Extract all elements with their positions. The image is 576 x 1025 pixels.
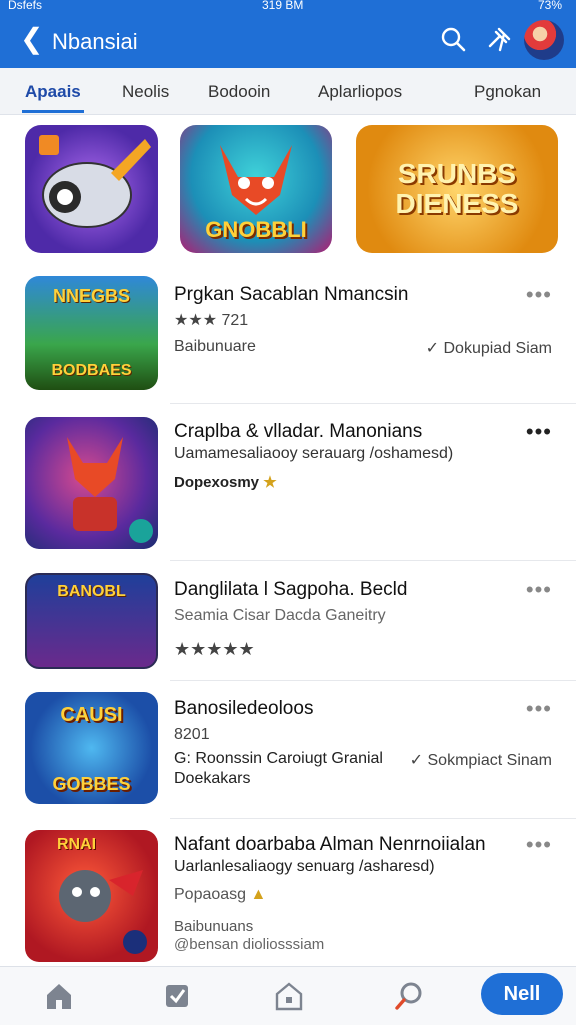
avatar[interactable] bbox=[524, 20, 564, 60]
list-item[interactable]: CAUSI GOBBES Banosiledeoloos 8201 G: Roo… bbox=[0, 692, 576, 807]
app-header: Dsfefs 319 BM 73% ❮ Nbansiai bbox=[0, 0, 576, 68]
more-options-icon[interactable]: ••• bbox=[526, 419, 552, 445]
tab-more[interactable]: Pgnokan bbox=[474, 82, 541, 102]
download-text: Dokupiad Siam bbox=[443, 340, 553, 357]
checklist-icon[interactable] bbox=[160, 979, 194, 1013]
thumbnail-caption: GOBBES bbox=[52, 774, 131, 794]
robot-icon bbox=[39, 135, 151, 228]
search-icon[interactable] bbox=[440, 26, 466, 52]
thumbnail-title: NNEGBS bbox=[52, 286, 130, 306]
list-item[interactable]: Craplba & vlladar. Manonians Uamamesalia… bbox=[0, 417, 576, 552]
app-category: Dopexosmy ★ bbox=[174, 473, 277, 491]
featured-caption: SRUNBS DIENESS bbox=[395, 158, 519, 219]
more-options-icon[interactable]: ••• bbox=[526, 577, 552, 603]
more-options-icon[interactable]: ••• bbox=[526, 832, 552, 858]
app-title[interactable]: Danglilata l Sagpoha. Becld bbox=[174, 579, 407, 601]
divider bbox=[170, 403, 576, 404]
app-thumbnail: CAUSI GOBBES bbox=[25, 692, 158, 804]
back-icon[interactable]: ❮ bbox=[20, 24, 43, 54]
tab-books[interactable]: Bodooin bbox=[208, 82, 270, 102]
search-icon[interactable] bbox=[392, 979, 426, 1013]
featured-card-fox[interactable]: GNOBBLI bbox=[180, 125, 332, 253]
app-title[interactable]: Craplba & vlladar. Manonians bbox=[174, 421, 422, 443]
home-icon[interactable] bbox=[42, 979, 76, 1013]
app-thumbnail: BANOBL bbox=[25, 573, 158, 669]
fox-warrior-icon bbox=[67, 437, 153, 543]
list-item[interactable]: RNAI Nafant doarbaba Alman Nenrnoiialan … bbox=[0, 830, 576, 964]
store-icon[interactable] bbox=[272, 979, 306, 1013]
pin-icon: ✓ bbox=[425, 340, 440, 357]
tab-apps[interactable]: Apaais bbox=[25, 82, 81, 102]
award-icon: ★ bbox=[263, 474, 277, 491]
rating: ★★★ 721 bbox=[174, 312, 249, 329]
battery-text: 73% bbox=[537, 0, 562, 12]
featured-caption: GNOBBLI bbox=[205, 217, 307, 242]
app-category: Baibunuare bbox=[174, 338, 256, 355]
divider bbox=[170, 680, 576, 681]
app-handle: @bensan dioliosssiam bbox=[174, 936, 325, 953]
app-thumbnail: NNEGBS BODBAES bbox=[25, 276, 158, 390]
featured-card-robot[interactable] bbox=[25, 125, 158, 253]
tab-applications[interactable]: Aplarliopos bbox=[318, 82, 402, 102]
app-subtitle: Uamamesaliaooy serauarg /oshamesd) bbox=[174, 445, 454, 462]
clock: 319 BM bbox=[262, 0, 304, 12]
list-item[interactable]: NNEGBS BODBAES Prgkan Sacablan Nmancsin … bbox=[0, 276, 576, 396]
rating: ★★★★★ bbox=[174, 639, 255, 659]
list-item[interactable]: BANOBL Danglilata l Sagpoha. Becld Seami… bbox=[0, 573, 576, 673]
category-text: Dopexosmy bbox=[174, 474, 260, 491]
award-icon: ▲ bbox=[250, 886, 267, 903]
app-title[interactable]: Banosiledeoloos bbox=[174, 698, 313, 720]
app-subtitle: Seamia Cisar Dacda Ganeitry bbox=[174, 607, 386, 624]
status-bar: Dsfefs 319 BM 73% bbox=[0, 0, 576, 14]
category-tabs: Apaais Neolis Bodooin Aplarliopos Pgnoka… bbox=[0, 68, 576, 115]
tab-news[interactable]: Neolis bbox=[122, 82, 169, 102]
divider bbox=[170, 560, 576, 561]
carrier-text: Dsfefs bbox=[8, 0, 43, 12]
app-subtitle: Uarlanlesaliaogy senuarg /asharesd) bbox=[174, 858, 435, 875]
pin-icon[interactable] bbox=[486, 26, 512, 52]
divider bbox=[170, 818, 576, 819]
page-title: Nbansiai bbox=[52, 29, 138, 54]
app-thumbnail bbox=[25, 417, 158, 549]
download-label[interactable]: ✓ Sokmpiact Sinam bbox=[410, 750, 552, 770]
category-text: Popaoasg bbox=[174, 886, 247, 903]
app-category: Popaoasg ▲ bbox=[174, 886, 266, 904]
thumbnail-caption: BODBAES bbox=[51, 362, 132, 379]
active-tab-indicator bbox=[22, 110, 84, 113]
featured-card-banner[interactable]: SRUNBS DIENESS bbox=[356, 125, 558, 253]
app-title[interactable]: Prgkan Sacablan Nmancsin bbox=[174, 284, 408, 306]
app-category: Doekakars bbox=[174, 770, 251, 787]
pin-icon: ✓ bbox=[409, 752, 424, 769]
next-button[interactable]: Nell bbox=[481, 973, 563, 1015]
download-label[interactable]: ✓ Dokupiad Siam bbox=[426, 338, 552, 358]
app-thumbnail: RNAI bbox=[25, 830, 158, 962]
app-title[interactable]: Nafant doarbaba Alman Nenrnoiialan bbox=[174, 834, 486, 856]
rating: 8201 bbox=[174, 726, 210, 743]
thumbnail-title: CAUSI bbox=[60, 704, 123, 726]
thumbnail-title: BANOBL bbox=[57, 583, 126, 600]
download-text: Sokmpiact Sinam bbox=[427, 752, 553, 769]
more-options-icon[interactable]: ••• bbox=[526, 282, 552, 308]
thumbnail-title: RNAI bbox=[56, 836, 97, 853]
app-subtitle: G: Roonssin Caroiugt Granial bbox=[174, 750, 383, 767]
more-options-icon[interactable]: ••• bbox=[526, 696, 552, 722]
app-publisher: Baibunuans bbox=[174, 918, 254, 935]
